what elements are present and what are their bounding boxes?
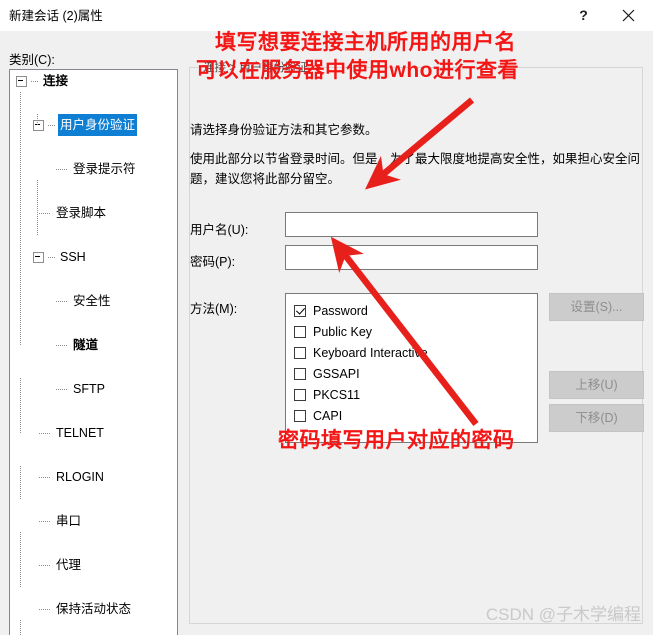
tree-connector <box>31 80 38 82</box>
method-item-label: CAPI <box>313 408 343 423</box>
sidebar-item-6[interactable]: 隧道 <box>10 334 177 356</box>
close-button[interactable] <box>606 0 651 30</box>
authentication-method-list[interactable]: Password Public Key Keyboard Interactive GS… <box>285 293 538 443</box>
tree-guide-line <box>20 532 21 588</box>
sidebar-item-label: 用户身份验证 <box>58 114 138 136</box>
sidebar-item-1[interactable]: 用户身份验证 <box>10 114 177 136</box>
method-item-pkcs11[interactable]: PKCS11 <box>294 384 537 405</box>
annotation-who-text: 可以在服务器中使用who进行查看 <box>196 59 519 82</box>
sidebar-item-label: 串口 <box>56 514 82 528</box>
sidebar-item-label: 登录脚本 <box>56 206 107 220</box>
window-title: 新建会话 (2)属性 <box>9 9 103 23</box>
annotation-password-text: 密码填写用户对应的密码 <box>278 429 515 452</box>
method-item-gssapi[interactable]: GSSAPI <box>294 363 537 384</box>
sidebar-item-0[interactable]: 连接 <box>10 70 177 92</box>
tree-guide-line <box>37 114 38 126</box>
method-item-label: Public Key <box>313 324 373 339</box>
move-up-button[interactable]: 上移(U) <box>549 371 644 399</box>
tree-connector <box>56 344 68 346</box>
sidebar-item-label: TELNET <box>56 426 104 440</box>
sidebar-item-11[interactable]: 代理 <box>10 554 177 576</box>
settings-button[interactable]: 设置(S)... <box>549 293 644 321</box>
checkbox-icon[interactable] <box>294 367 306 380</box>
sidebar-item-2[interactable]: 登录提示符 <box>10 158 177 180</box>
tree-connector <box>48 124 55 126</box>
tree-guide-line <box>37 180 38 236</box>
username-input[interactable] <box>285 212 538 237</box>
sidebar-item-label: 隧道 <box>73 338 99 352</box>
help-button[interactable]: ? <box>561 0 606 30</box>
method-label: 方法(M): <box>190 302 238 316</box>
sidebar-item-label: 登录提示符 <box>73 162 136 176</box>
tree-connector <box>39 564 51 566</box>
checkbox-icon[interactable] <box>294 409 306 422</box>
sidebar-item-5[interactable]: 安全性 <box>10 290 177 312</box>
sidebar-item-10[interactable]: 串口 <box>10 510 177 532</box>
sidebar-item-4[interactable]: SSH <box>10 246 177 268</box>
tree-collapse-icon[interactable] <box>33 119 44 131</box>
tree-connector <box>39 432 51 434</box>
method-item-label: GSSAPI <box>313 366 360 381</box>
method-item-keyboard-interactive[interactable]: Keyboard Interactive <box>294 342 537 363</box>
sidebar-item-8[interactable]: TELNET <box>10 422 177 444</box>
sidebar-item-9[interactable]: RLOGIN <box>10 466 177 488</box>
method-item-public-key[interactable]: Public Key <box>294 321 537 342</box>
tree-connector <box>56 168 68 170</box>
tree-collapse-icon[interactable] <box>33 251 44 263</box>
tree-connector <box>48 256 55 258</box>
tree-guide-line <box>20 378 21 434</box>
tree-connector <box>56 300 68 302</box>
checkbox-icon[interactable] <box>294 388 306 401</box>
move-down-button[interactable]: 下移(D) <box>549 404 644 432</box>
sidebar-item-7[interactable]: SFTP <box>10 378 177 400</box>
description-primary: 请选择身份验证方法和其它参数。 <box>190 123 378 137</box>
password-input[interactable] <box>285 245 538 270</box>
method-item-label: Password <box>313 303 368 318</box>
method-item-label: Keyboard Interactive <box>313 345 428 360</box>
sidebar-item-label: SFTP <box>73 382 105 396</box>
category-tree[interactable]: 连接用户身份验证登录提示符登录脚本 SSH 安全性隧道 SFTP TELNET RLOGI… <box>9 69 178 635</box>
password-label: 密码(P): <box>190 255 236 269</box>
sidebar-item-label: 代理 <box>56 558 82 572</box>
sidebar-item-label: 保持活动状态 <box>56 602 132 616</box>
tree-guide-line <box>20 466 21 500</box>
checkbox-icon[interactable] <box>294 346 306 359</box>
tree-guide-line <box>20 620 21 635</box>
method-item-password[interactable]: Password <box>294 300 537 321</box>
tree-connector <box>39 520 51 522</box>
description-secondary: 使用此部分以节省登录时间。但是，为了最大限度地提高安全性，如果担心安全问题，建议… <box>190 152 641 186</box>
sidebar-item-label: RLOGIN <box>56 470 104 484</box>
tree-connector <box>39 608 51 610</box>
sidebar-item-label: 安全性 <box>73 294 111 308</box>
tree-connector <box>39 212 51 214</box>
question-mark-icon: ? <box>579 7 588 23</box>
sidebar-item-label: 连接 <box>43 74 69 88</box>
tree-guide-line <box>20 92 21 346</box>
sidebar-item-label: SSH <box>60 250 86 264</box>
checkbox-icon[interactable] <box>294 325 306 338</box>
annotation-username-text: 填写想要连接主机所用的用户名 <box>215 31 516 54</box>
tree-connector <box>56 388 68 390</box>
method-item-capi[interactable]: CAPI <box>294 405 537 426</box>
tree-connector <box>39 476 51 478</box>
method-item-label: PKCS11 <box>313 387 361 402</box>
checkbox-icon[interactable] <box>294 304 306 317</box>
username-label: 用户名(U): <box>190 223 249 237</box>
sidebar-item-12[interactable]: 保持活动状态 <box>10 598 177 620</box>
watermark: CSDN @子木学编程 <box>485 605 641 624</box>
dialog-body: 类别(C): 连接用户身份验证登录提示符登录脚本 SSH 安全性隧道 SFTP TELN… <box>0 31 653 635</box>
sidebar-item-3[interactable]: 登录脚本 <box>10 202 177 224</box>
tree-collapse-icon[interactable] <box>16 75 27 87</box>
close-icon <box>622 9 635 21</box>
category-label: 类别(C): <box>9 53 55 67</box>
